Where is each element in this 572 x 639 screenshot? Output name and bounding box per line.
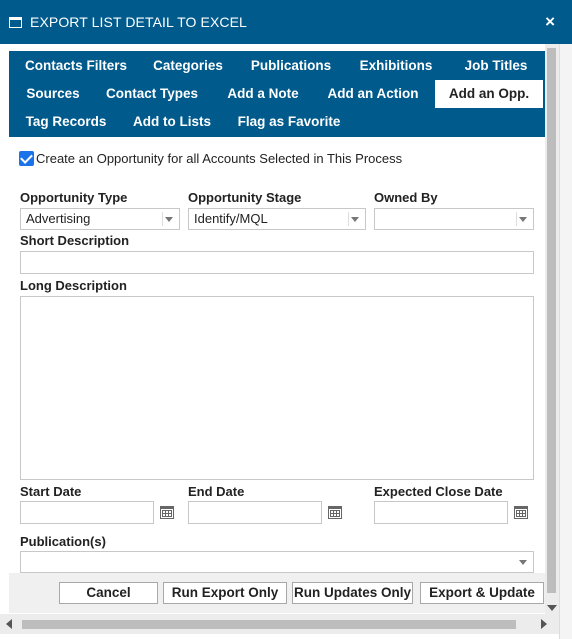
- create-opp-label: Create an Opportunity for all Accounts S…: [36, 151, 403, 166]
- short-description-input[interactable]: [20, 251, 534, 274]
- horizontal-scrollbar[interactable]: [0, 614, 559, 634]
- dialog-title: EXPORT LIST DETAIL TO EXCEL: [30, 14, 247, 30]
- opportunity-type-value: Advertising: [26, 211, 91, 226]
- expected-close-date-input[interactable]: [374, 501, 508, 524]
- long-description-label: Long Description: [20, 278, 127, 293]
- chevron-down-icon: [519, 217, 527, 222]
- run-export-only-button[interactable]: Run Export Only: [163, 582, 287, 604]
- select-separator: [348, 212, 349, 226]
- run-updates-only-button[interactable]: Run Updates Only: [292, 582, 413, 604]
- tab-job-titles[interactable]: Job Titles: [453, 52, 539, 80]
- chevron-down-icon: [519, 560, 527, 565]
- tab-flag-as-favorite[interactable]: Flag as Favorite: [231, 108, 347, 136]
- calendar-icon[interactable]: [160, 506, 174, 519]
- select-separator: [162, 212, 163, 226]
- publications-select[interactable]: [20, 551, 534, 573]
- short-description-label: Short Description: [20, 233, 130, 248]
- opportunity-type-select[interactable]: Advertising: [20, 208, 180, 230]
- scroll-left-arrow-icon[interactable]: [6, 619, 12, 629]
- start-date-input[interactable]: [20, 501, 154, 524]
- dialog-titlebar: EXPORT LIST DETAIL TO EXCEL ×: [0, 0, 572, 44]
- vertical-scroll-thumb[interactable]: [547, 48, 556, 593]
- opportunity-stage-select[interactable]: Identify/MQL: [188, 208, 366, 230]
- tab-add-to-lists[interactable]: Add to Lists: [125, 108, 219, 136]
- tab-contacts-filters[interactable]: Contacts Filters: [19, 52, 133, 80]
- long-description-textarea[interactable]: [20, 296, 534, 480]
- tab-categories[interactable]: Categories: [145, 52, 231, 80]
- opportunity-type-label: Opportunity Type: [20, 190, 128, 205]
- tab-exhibitions[interactable]: Exhibitions: [351, 52, 441, 80]
- tab-bar: Contacts Filters Categories Publications…: [9, 51, 545, 137]
- tab-tag-records[interactable]: Tag Records: [19, 108, 113, 136]
- opportunity-stage-value: Identify/MQL: [194, 211, 268, 226]
- calendar-icon[interactable]: [514, 506, 528, 519]
- start-date-label: Start Date: [20, 484, 82, 499]
- background-strip: [559, 44, 572, 639]
- calendar-icon[interactable]: [328, 506, 342, 519]
- owned-by-label: Owned By: [374, 190, 438, 205]
- tab-contact-types[interactable]: Contact Types: [99, 80, 205, 108]
- create-opp-row: Create an Opportunity for all Accounts S…: [19, 151, 402, 166]
- owned-by-select[interactable]: [374, 208, 534, 230]
- chevron-down-icon: [351, 217, 359, 222]
- expected-close-date-label: Expected Close Date: [374, 484, 503, 499]
- scroll-down-arrow-icon[interactable]: [547, 605, 557, 611]
- create-opp-checkbox[interactable]: [19, 151, 34, 166]
- tab-add-a-note[interactable]: Add a Note: [217, 80, 309, 108]
- horizontal-scroll-thumb[interactable]: [22, 620, 516, 629]
- tab-publications[interactable]: Publications: [243, 52, 339, 80]
- close-icon[interactable]: ×: [545, 12, 555, 32]
- end-date-input[interactable]: [188, 501, 322, 524]
- tab-sources[interactable]: Sources: [19, 80, 87, 108]
- vertical-scrollbar[interactable]: [545, 44, 559, 614]
- tab-add-an-opp[interactable]: Add an Opp.: [435, 80, 543, 108]
- scroll-right-arrow-icon[interactable]: [541, 619, 547, 629]
- export-update-button[interactable]: Export & Update: [420, 582, 544, 604]
- opportunity-stage-label: Opportunity Stage: [188, 190, 302, 205]
- window-icon: [9, 16, 22, 28]
- tab-add-an-action[interactable]: Add an Action: [321, 80, 425, 108]
- publications-label: Publication(s): [20, 534, 106, 549]
- select-separator: [516, 212, 517, 226]
- cancel-button[interactable]: Cancel: [59, 582, 158, 604]
- end-date-label: End Date: [188, 484, 245, 499]
- chevron-down-icon: [165, 217, 173, 222]
